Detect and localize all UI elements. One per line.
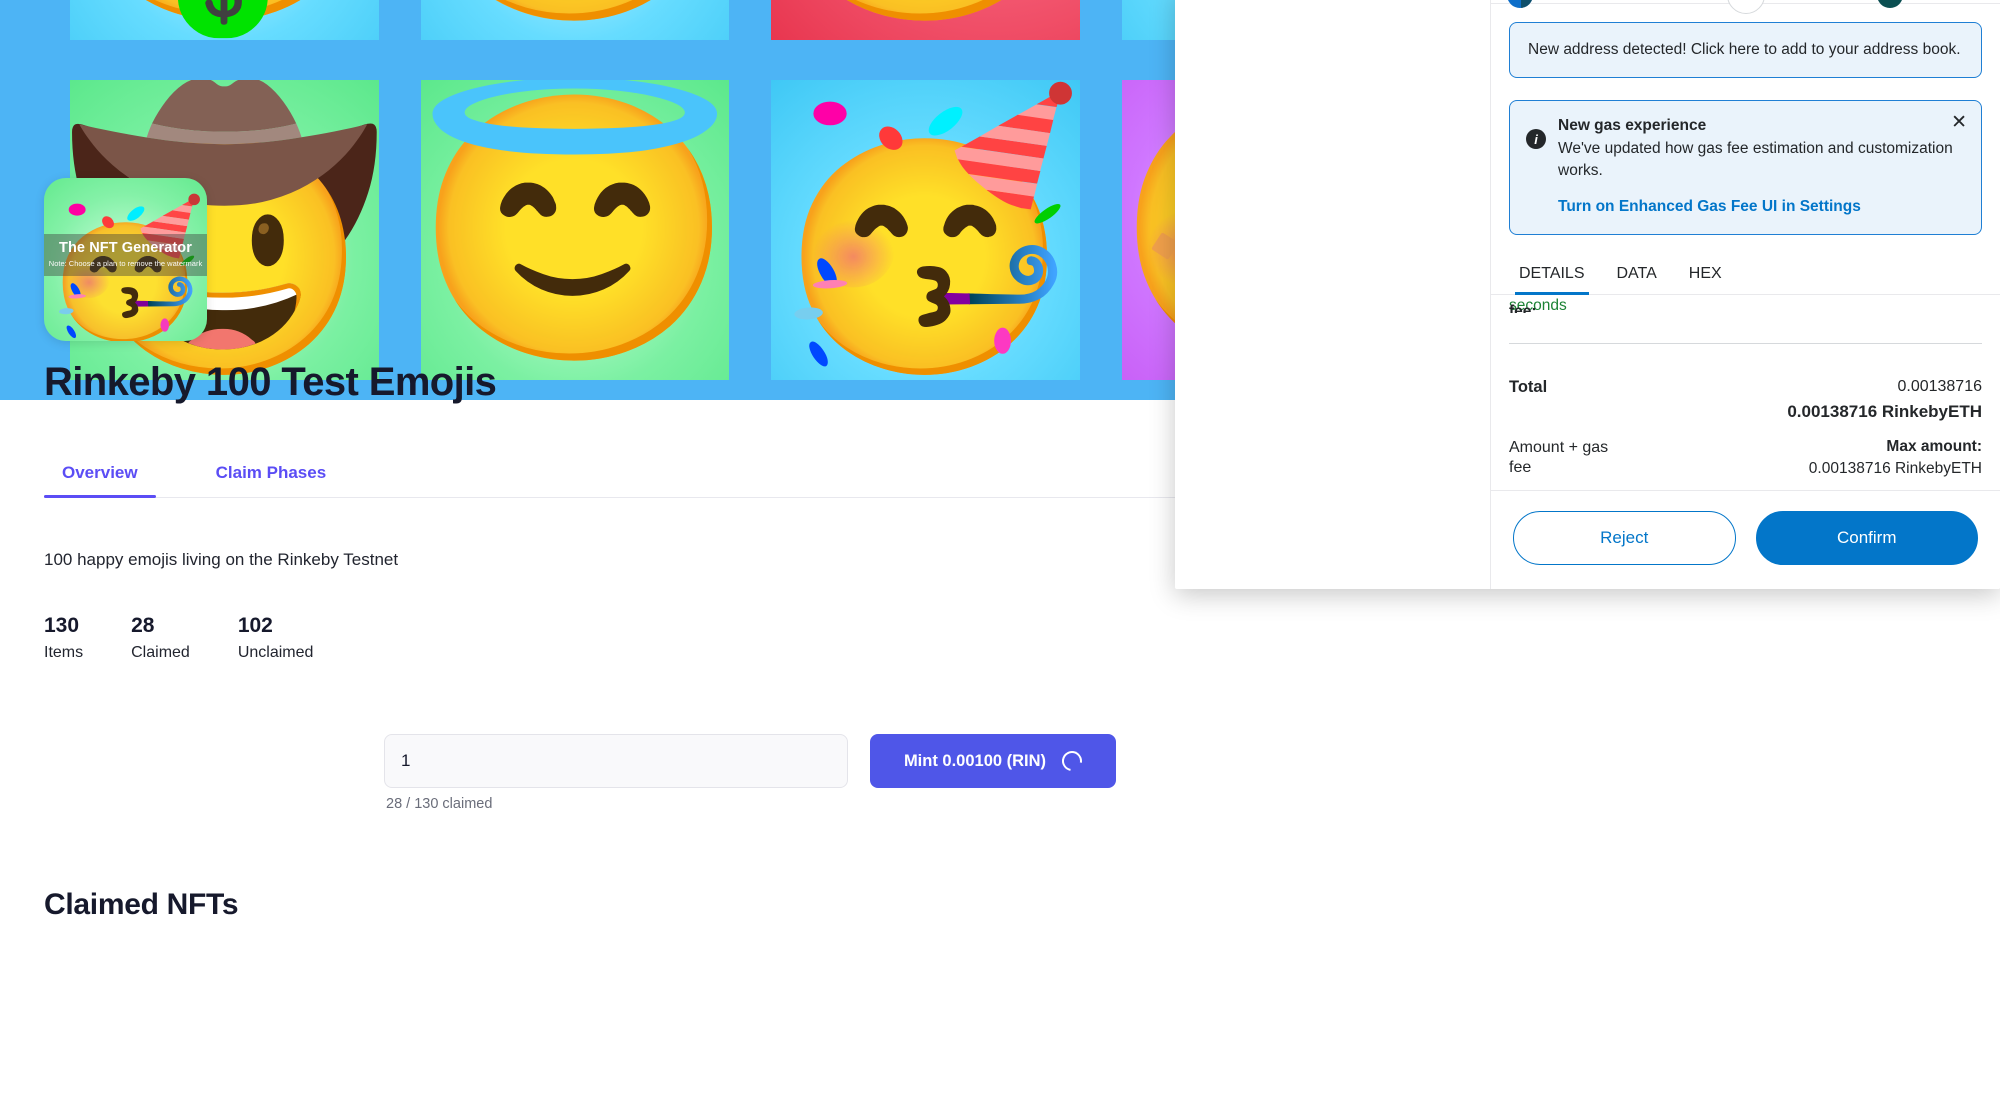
collection-avatar: 🥳 The NFT Generator Note: Choose a plan … [44,178,207,341]
tab-data[interactable]: DATA [1601,255,1673,294]
metamask-notification-window: Account 1 ➚ 0x2d...Mi6d New address dete… [1175,0,2000,589]
recipient-avatar-icon [1876,0,1903,8]
tab-overview[interactable]: Overview [44,463,156,498]
to-account[interactable]: 0x2d...Mi6d [1876,0,1984,8]
reject-button[interactable]: Reject [1513,511,1736,565]
tab-claim-phases[interactable]: Claim Phases [198,463,345,497]
confirm-button[interactable]: Confirm [1755,511,1978,565]
metamask-panel: Account 1 ➚ 0x2d...Mi6d New address dete… [1490,0,2000,589]
info-icon: i [1526,129,1546,149]
stat-items: 130 Items [44,614,83,662]
emoji-art: 🤑 [70,0,379,20]
close-icon[interactable]: ✕ [1951,113,1967,132]
metamask-notices: New address detected! Click here to add … [1491,4,2000,235]
tab-details[interactable]: DETAILS [1503,255,1601,295]
emoji-art: 🥳 [771,85,1080,375]
stat-value: 28 [131,614,155,637]
account-avatar-icon [1507,0,1533,8]
total-label: Total [1509,378,1548,396]
watermark-title: The NFT Generator [58,240,193,256]
banner-tile: 😀 [420,0,730,40]
total-values: 0.00138716 0.00138716 RinkebyETH [1787,378,1982,422]
stat-unclaimed: 102 Unclaimed [238,614,314,662]
from-account-label: Account 1 [1542,0,1604,3]
loading-spinner-icon [1058,747,1086,775]
metamask-tabs: DETAILS DATA HEX [1491,255,2000,295]
mint-button-label: Mint 0.00100 (RIN) [903,751,1047,770]
watermark-overlay: The NFT Generator Note: Choose a plan to… [44,234,207,276]
amount-gas-label: Amount + gas fee [1509,439,1609,477]
details-divider [1509,343,1982,344]
max-amount-block: Max amount: 0.00138716 RinkebyETH [1809,438,1982,478]
banner-tile: 😇 [420,80,730,380]
transaction-details: seconds fee: Total 0.00138716 0.00138716… [1491,295,2000,490]
to-account-label: 0x2d...Mi6d [1912,0,1984,3]
emoji-art: 😇 [420,85,730,375]
max-amount-label: Max amount: [1886,438,1982,455]
new-address-notice[interactable]: New address detected! Click here to add … [1509,22,1982,78]
total-fiat-value: 0.00138716 [1897,378,1982,395]
emoji-art: 😀 [421,0,730,20]
stat-claimed: 28 Claimed [131,614,190,662]
banner-tile: 🥳 [771,80,1080,380]
stat-label: Items [44,644,84,661]
emoji-art: 😄 [771,0,1080,20]
max-amount-value: 0.00138716 RinkebyETH [1808,460,1982,477]
metamask-actions: Reject Confirm [1491,490,2000,589]
stat-label: Unclaimed [237,644,314,661]
metamask-account-header: Account 1 ➚ 0x2d...Mi6d [1491,0,2000,14]
page-root: 🤑 😀 😄 😁 🤠 😇 🥳 [0,0,2000,1108]
gas-notice-title: New gas experience [1558,117,1707,134]
tab-hex[interactable]: HEX [1673,255,1738,294]
claimed-nfts-heading: Claimed NFTs [44,888,239,921]
gas-experience-notice: i New gas experience We've updated how g… [1509,100,1982,235]
gas-notice-text: We've updated how gas fee estimation and… [1558,140,1953,179]
banner-tile: 😄 [771,0,1080,40]
collection-stats: 130 Items 28 Claimed 102 Unclaimed [44,614,1500,662]
mint-controls: 28 / 130 claimed Mint 0.00100 (RIN) [0,734,1500,812]
from-account[interactable]: Account 1 [1507,0,1604,8]
claimed-progress-note: 28 / 130 claimed [386,796,493,812]
quantity-input[interactable] [384,734,848,788]
stat-value: 130 [44,614,80,637]
enhanced-gas-ui-link[interactable]: Turn on Enhanced Gas Fee UI in Settings [1558,198,1963,216]
total-crypto-value: 0.00138716 RinkebyETH [1787,402,1982,421]
quantity-wrapper: 28 / 130 claimed [384,734,848,812]
stat-label: Claimed [131,644,190,661]
stat-value: 102 [237,614,273,637]
mint-button[interactable]: Mint 0.00100 (RIN) [870,734,1116,788]
gas-notice-body: New gas experience We've updated how gas… [1558,117,1963,216]
banner-tile: 🤑 [70,0,379,40]
watermark-note: Note: Choose a plan to remove the waterm… [48,259,203,268]
total-row: Total 0.00138716 0.00138716 RinkebyETH [1509,378,1982,422]
amount-gas-row: Amount + gas fee Max amount: 0.00138716 … [1509,438,1982,479]
